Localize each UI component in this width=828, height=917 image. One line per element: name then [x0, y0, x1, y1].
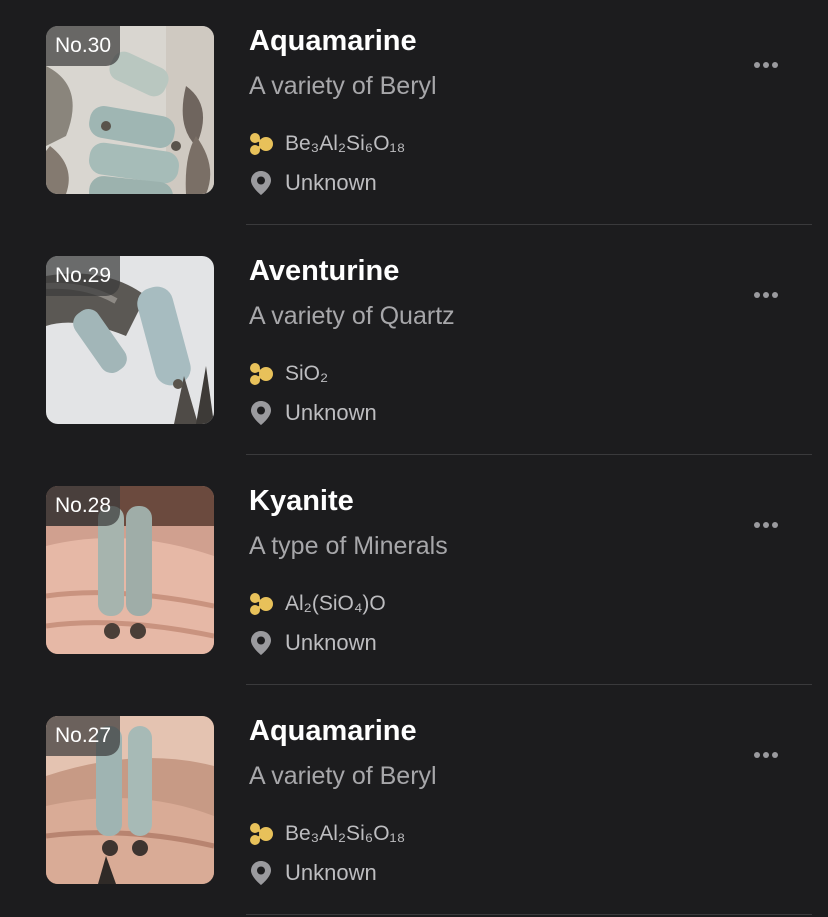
map-pin-icon	[251, 631, 271, 655]
list-item[interactable]: No.27 Aquamarine A variety of Beryl Be₃A…	[0, 690, 828, 917]
formula-row: Be₃Al₂Si₆O₁₈	[249, 130, 405, 158]
map-pin-icon	[251, 861, 271, 885]
more-options-button[interactable]	[744, 740, 788, 770]
specimen-name: Aquamarine	[249, 25, 417, 57]
divider	[246, 684, 812, 685]
specimen-location: Unknown	[285, 630, 377, 655]
specimen-subtitle: A variety of Quartz	[249, 302, 455, 330]
location-row: Unknown	[249, 629, 377, 657]
specimen-name: Kyanite	[249, 485, 354, 517]
specimen-photo[interactable]: No.27	[46, 716, 214, 884]
divider	[246, 224, 812, 225]
map-pin-icon	[251, 401, 271, 425]
specimen-subtitle: A variety of Beryl	[249, 72, 437, 100]
location-row: Unknown	[249, 169, 377, 197]
molecule-icon	[250, 363, 273, 385]
specimen-subtitle: A type of Minerals	[249, 532, 448, 560]
specimen-formula: Al₂(SiO₄)O	[285, 592, 386, 615]
list-item[interactable]: No.29 Aventurine A variety of Quartz SiO…	[0, 230, 828, 460]
specimen-location: Unknown	[285, 860, 377, 885]
specimen-list: No.30 Aquamarine A variety of Beryl Be₃A…	[0, 0, 828, 917]
specimen-name: Aquamarine	[249, 715, 417, 747]
more-horizontal-icon	[754, 522, 760, 528]
more-horizontal-icon	[754, 292, 760, 298]
divider	[246, 914, 812, 915]
specimen-number-badge: No.28	[46, 486, 121, 526]
specimen-photo[interactable]: No.28	[46, 486, 214, 654]
specimen-number-badge: No.30	[46, 26, 121, 66]
molecule-icon	[250, 823, 273, 845]
more-options-button[interactable]	[744, 510, 788, 540]
specimen-location: Unknown	[285, 170, 377, 195]
formula-row: SiO₂	[249, 360, 328, 388]
specimen-formula: SiO₂	[285, 362, 329, 385]
molecule-icon	[250, 133, 273, 155]
molecule-icon	[250, 593, 273, 615]
more-horizontal-icon	[754, 752, 760, 758]
formula-row: Be₃Al₂Si₆O₁₈	[249, 820, 405, 848]
more-options-button[interactable]	[744, 50, 788, 80]
divider	[246, 454, 812, 455]
specimen-name: Aventurine	[249, 255, 400, 287]
specimen-location: Unknown	[285, 400, 377, 425]
formula-row: Al₂(SiO₄)O	[249, 590, 386, 618]
specimen-formula: Be₃Al₂Si₆O₁₈	[285, 822, 406, 845]
specimen-number-badge: No.27	[46, 716, 121, 756]
specimen-number-badge: No.29	[46, 256, 121, 296]
specimen-subtitle: A variety of Beryl	[249, 762, 437, 790]
more-options-button[interactable]	[744, 280, 788, 310]
list-item[interactable]: No.30 Aquamarine A variety of Beryl Be₃A…	[0, 0, 828, 230]
map-pin-icon	[251, 171, 271, 195]
specimen-formula: Be₃Al₂Si₆O₁₈	[285, 132, 406, 155]
specimen-photo[interactable]: No.30	[46, 26, 214, 194]
more-horizontal-icon	[754, 62, 760, 68]
location-row: Unknown	[249, 399, 377, 427]
specimen-photo[interactable]: No.29	[46, 256, 214, 424]
list-item[interactable]: No.28 Kyanite A type of Minerals Al₂(SiO…	[0, 460, 828, 690]
location-row: Unknown	[249, 859, 377, 887]
